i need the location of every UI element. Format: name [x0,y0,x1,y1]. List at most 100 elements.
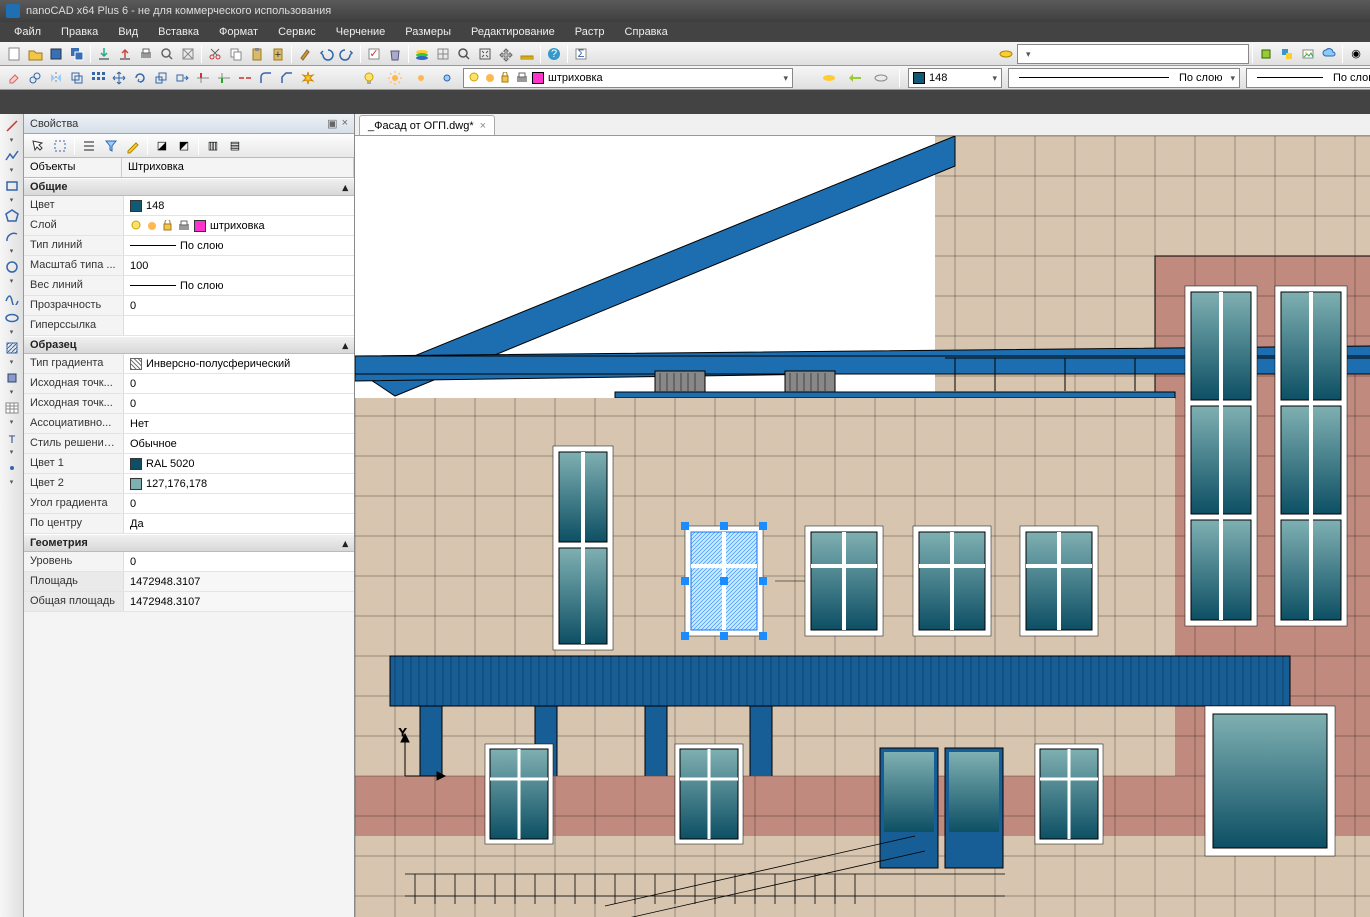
prop-row-angle[interactable]: Угол градиента0 [24,494,354,514]
export-icon[interactable] [115,44,135,64]
prop-row-grtype[interactable]: Тип градиентаИнверсно-полусферический [24,354,354,374]
table-icon[interactable] [2,398,22,418]
measure-icon[interactable] [517,44,537,64]
section-geometry[interactable]: Геометрия▴ [24,534,354,552]
stretch-icon[interactable] [172,68,192,88]
props-pencil-icon[interactable] [123,136,143,156]
array-icon[interactable] [88,68,108,88]
menu-view[interactable]: Вид [110,24,146,40]
menu-file[interactable]: Файл [6,24,49,40]
menu-format[interactable]: Формат [211,24,266,40]
menu-help[interactable]: Справка [617,24,676,40]
prop-row-transp[interactable]: Прозрачность0 [24,296,354,316]
prop-row-center[interactable]: По центруДа [24,514,354,534]
image-icon[interactable] [1298,44,1318,64]
layer-mgr-icon[interactable] [996,44,1016,64]
prop-row-ltype[interactable]: Тип линийПо слою [24,236,354,256]
props-c-icon[interactable]: ▥ [203,136,223,156]
script-icon[interactable]: Σ [571,44,591,64]
spline-icon[interactable] [2,287,22,307]
props-b-icon[interactable]: ◩ [174,136,194,156]
hatch-icon[interactable] [2,338,22,358]
move-icon[interactable] [109,68,129,88]
scale-icon[interactable] [151,68,171,88]
sun-icon[interactable] [385,68,405,88]
menu-insert[interactable]: Вставка [150,24,207,40]
prop-row-origx[interactable]: Исходная точк...0 [24,374,354,394]
prop-row-c1[interactable]: Цвет 1RAL 5020 [24,454,354,474]
copyobj-icon[interactable] [25,68,45,88]
copy-icon[interactable] [226,44,246,64]
tab-close-icon[interactable]: × [480,120,486,132]
new-icon[interactable] [4,44,24,64]
break-icon[interactable] [235,68,255,88]
props-quickselect-icon[interactable] [50,136,70,156]
layeriso-icon[interactable] [819,68,839,88]
prop-row-color[interactable]: Цвет148 [24,196,354,216]
cut-icon[interactable] [205,44,225,64]
section-sample[interactable]: Образец▴ [24,336,354,354]
props-filter-icon[interactable] [101,136,121,156]
rect-icon[interactable] [2,176,22,196]
document-tab[interactable]: _Фасад от ОГП.dwg* × [359,115,495,135]
pline-icon[interactable] [2,146,22,166]
linetype-combo[interactable]: По слою [1008,68,1240,88]
layer-filter-combo[interactable] [1017,44,1249,64]
props-d-icon[interactable]: ▤ [225,136,245,156]
props-a-icon[interactable]: ◪ [152,136,172,156]
purge-icon[interactable] [385,44,405,64]
xref-icon[interactable] [1277,44,1297,64]
paste-special-icon[interactable]: + [268,44,288,64]
point-icon[interactable] [2,458,22,478]
erase-icon[interactable] [4,68,24,88]
menu-draw[interactable]: Черчение [328,24,394,40]
extend-icon[interactable] [214,68,234,88]
arc-icon[interactable] [2,227,22,247]
menu-service[interactable]: Сервис [270,24,324,40]
line-icon[interactable] [2,116,22,136]
polygon-icon[interactable] [2,206,22,226]
prop-row-style[interactable]: Стиль решения...Обычное [24,434,354,454]
props-pick-icon[interactable] [28,136,48,156]
save-icon[interactable] [46,44,66,64]
prop-row-c2[interactable]: Цвет 2127,176,178 [24,474,354,494]
prop-row-hyper[interactable]: Гиперссылка [24,316,354,336]
menu-raster[interactable]: Растр [567,24,613,40]
fillet-icon[interactable] [256,68,276,88]
help-icon[interactable]: ? [544,44,564,64]
block-icon[interactable] [1256,44,1276,64]
explode-icon[interactable] [298,68,318,88]
offset-icon[interactable] [67,68,87,88]
cloud-icon[interactable] [1319,44,1339,64]
paste-icon[interactable] [247,44,267,64]
audit-icon[interactable]: ✓ [364,44,384,64]
ellipse-icon[interactable] [2,308,22,328]
layer-state-icon[interactable] [433,44,453,64]
prop-row-ltscale[interactable]: Масштаб типа ...100 [24,256,354,276]
zoom-icon[interactable] [454,44,474,64]
import-icon[interactable] [94,44,114,64]
layer-combo[interactable]: штриховка [463,68,793,88]
layermatch-icon[interactable] [845,68,865,88]
bulb-on-icon[interactable] [359,68,379,88]
menu-dims[interactable]: Размеры [397,24,459,40]
thaw-sel-icon[interactable] [411,68,431,88]
pan-icon[interactable] [496,44,516,64]
print-icon[interactable] [136,44,156,64]
prop-row-level[interactable]: Уровень0 [24,552,354,572]
panel-close-icon[interactable]: × [342,117,348,130]
freeze-icon[interactable] [437,68,457,88]
layers-tool-icon[interactable] [412,44,432,64]
text-icon[interactable]: T [2,428,22,448]
chamfer-icon[interactable] [277,68,297,88]
canvas[interactable]: Y [355,136,1370,917]
redo-icon[interactable] [337,44,357,64]
lineweight-combo[interactable]: По слою [1246,68,1370,88]
panel-pin-icon[interactable]: ▣ [327,117,337,130]
layerprev-icon[interactable] [871,68,891,88]
props-list-icon[interactable] [79,136,99,156]
props-objects-value[interactable]: Штриховка [122,158,354,177]
tool-a-icon[interactable]: ◉ [1346,44,1366,64]
block-insert-icon[interactable] [2,368,22,388]
circle-icon[interactable] [2,257,22,277]
